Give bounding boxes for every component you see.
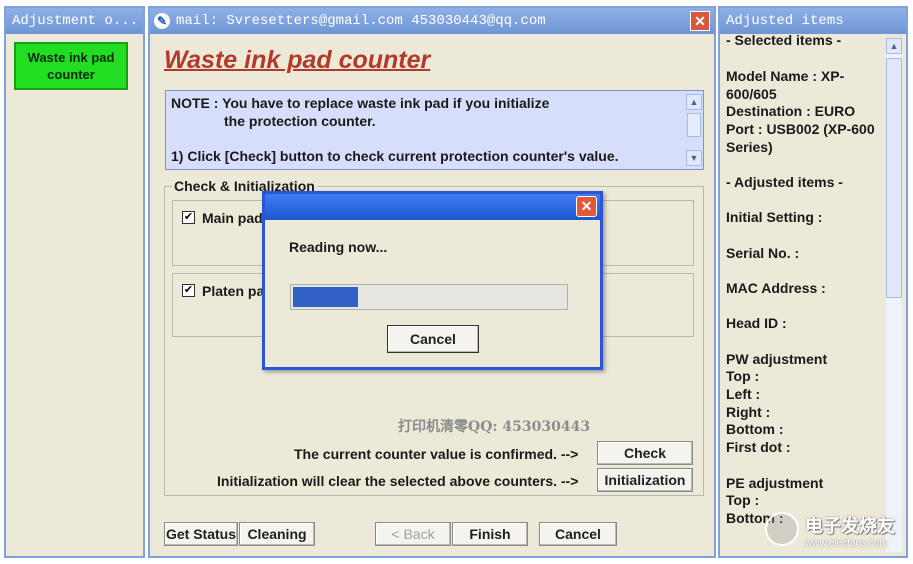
- window-title: Adjustment o...: [6, 8, 143, 34]
- note-line-3: 1) Click [Check] button to check current…: [171, 148, 619, 164]
- window-title: mail: Svresetters@gmail.com 453030443@qq…: [176, 13, 546, 29]
- adjusted-item-line: MAC Address :: [726, 280, 826, 296]
- finish-button[interactable]: Finish: [452, 522, 528, 546]
- app-icon: ✎: [154, 13, 170, 29]
- main-pad-label: Main pad: [202, 210, 263, 226]
- platen-pad-checkbox[interactable]: ✔: [182, 284, 195, 297]
- close-icon[interactable]: ✕: [690, 11, 710, 31]
- adjusted-item-line: Series): [726, 139, 773, 155]
- page-title: Waste ink pad counter: [164, 46, 431, 74]
- adjusted-item-line: Destination : EURO: [726, 103, 856, 119]
- initialization-button[interactable]: Initialization: [597, 468, 693, 492]
- logo-url: www.elecfans.com: [805, 538, 888, 549]
- init-text: Initialization will clear the selected a…: [217, 473, 579, 489]
- adjusted-item-line: - Selected items -: [726, 32, 842, 48]
- dialog-close-icon[interactable]: ✕: [576, 196, 597, 217]
- cancel-button[interactable]: Cancel: [539, 522, 617, 546]
- adjusted-item-line: PW adjustment: [726, 351, 828, 367]
- check-button[interactable]: Check: [597, 441, 693, 465]
- progress-bar: [290, 284, 568, 310]
- adjusted-item-line: Top :: [726, 368, 760, 384]
- adjusted-item-line: Initial Setting :: [726, 209, 823, 225]
- right-scroll-up-icon[interactable]: ▲: [886, 38, 902, 54]
- adjusted-item-line: 600/605: [726, 86, 777, 102]
- adjusted-item-line: Top :: [726, 492, 760, 508]
- dialog-titlebar: [265, 194, 600, 220]
- dialog-message: Reading now...: [289, 239, 388, 255]
- platen-pad-label: Platen pa: [202, 283, 265, 299]
- logo-icon: [765, 512, 799, 546]
- progress-fill: [293, 287, 358, 307]
- note-box: NOTE : You have to replace waste ink pad…: [165, 90, 704, 170]
- watermark-text: 打印机清零QQ: 453030443: [398, 419, 591, 435]
- adjusted-item-line: Serial No. :: [726, 245, 800, 261]
- adjusted-item-line: Bottom :: [726, 421, 784, 437]
- adjusted-item-line: Head ID :: [726, 315, 787, 331]
- cleaning-button[interactable]: Cleaning: [239, 522, 315, 546]
- note-scroll-up-icon[interactable]: ▲: [686, 94, 702, 110]
- note-line-2: the protection counter.: [224, 113, 376, 129]
- adjusted-item-line: Port : USB002 (XP-600: [726, 121, 875, 137]
- adjusted-item-line: - Adjusted items -: [726, 174, 843, 190]
- reading-dialog: ✕ Reading now... Cancel: [262, 191, 603, 370]
- back-button[interactable]: < Back: [375, 522, 451, 546]
- main-window-titlebar: mail: Svresetters@gmail.com 453030443@qq…: [150, 8, 714, 34]
- note-scroll-down-icon[interactable]: ▼: [686, 150, 702, 166]
- adjustment-order-window: Adjustment o... Waste ink pad counter: [4, 6, 145, 558]
- window-title: Adjusted items: [720, 8, 906, 34]
- note-scrollbar-thumb[interactable]: [687, 113, 701, 137]
- note-line-1: NOTE : You have to replace waste ink pad…: [171, 95, 550, 111]
- main-pad-checkbox[interactable]: ✔: [182, 211, 195, 224]
- right-scrollbar-thumb[interactable]: [886, 58, 902, 298]
- elecfans-logo: 电子发烧友 www.elecfans.com: [765, 510, 905, 556]
- confirmed-text: The current counter value is confirmed. …: [294, 446, 579, 462]
- adjusted-item-line: PE adjustment: [726, 475, 824, 491]
- adjusted-item-line: Model Name : XP-: [726, 68, 845, 84]
- logo-text: 电子发烧友: [805, 516, 895, 537]
- waste-ink-pad-counter-menu-item[interactable]: Waste ink pad counter: [14, 42, 128, 90]
- adjusted-item-line: Left :: [726, 386, 761, 402]
- menu-item-label: Waste ink pad counter: [27, 50, 115, 82]
- adjusted-item-line: Right :: [726, 404, 771, 420]
- adjusted-item-line: First dot :: [726, 439, 791, 455]
- adjusted-items-window: Adjusted items - Selected items - Model N…: [718, 6, 908, 558]
- get-status-button[interactable]: Get Status: [164, 522, 238, 546]
- dialog-cancel-button[interactable]: Cancel: [387, 325, 479, 353]
